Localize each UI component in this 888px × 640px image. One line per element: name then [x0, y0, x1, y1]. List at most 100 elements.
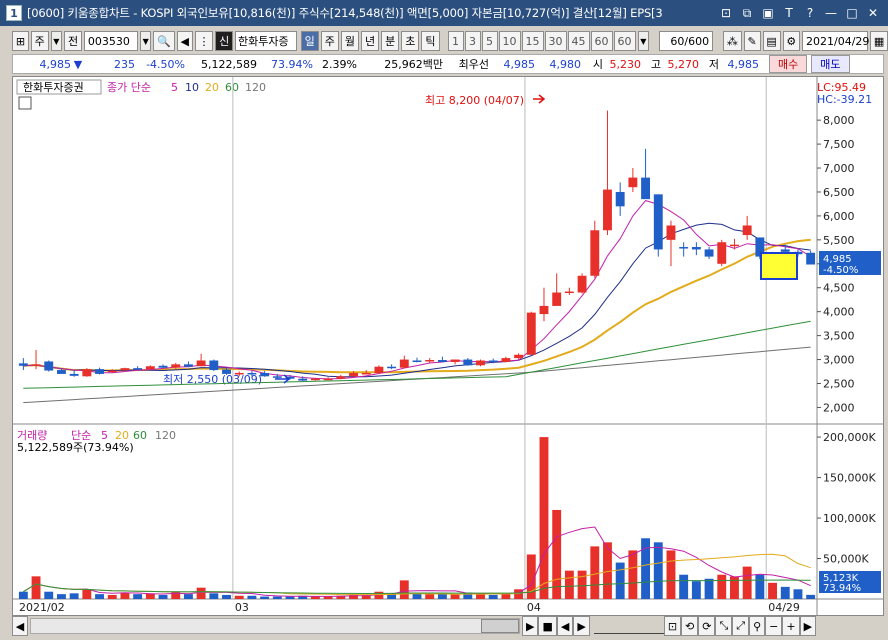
- open-label: 시: [592, 58, 603, 71]
- candle-body: [44, 361, 54, 371]
- zoom-out-icon[interactable]: −: [765, 616, 783, 636]
- expand-icon[interactable]: ⤢: [732, 616, 750, 636]
- ma60-line: [23, 320, 811, 389]
- volume-bar: [234, 595, 244, 599]
- link-icon[interactable]: ⊡: [717, 5, 735, 22]
- calendar-icon[interactable]: ▦: [870, 31, 888, 51]
- candle-body: [361, 372, 371, 375]
- code-dropdown-icon[interactable]: ▼: [139, 31, 152, 51]
- price-chart[interactable]: 한화투자증권 종가 단순 5 10 20 60 120 LC:95.49 HC:…: [13, 77, 883, 615]
- pause-icon[interactable]: ■: [538, 616, 557, 636]
- candle-body: [82, 369, 92, 377]
- interval-dropdown-icon[interactable]: ▼: [637, 31, 650, 51]
- volume-bar: [691, 581, 701, 599]
- period-tab-1[interactable]: 주: [320, 31, 339, 51]
- volume-bar: [260, 596, 270, 599]
- volume-bar: [615, 562, 625, 599]
- interval-button-0[interactable]: 1: [447, 31, 464, 51]
- zoom-in-icon[interactable]: +: [782, 616, 800, 636]
- indicator-icon[interactable]: ⁂: [723, 31, 742, 51]
- chevron-down-icon[interactable]: ▼: [50, 31, 63, 51]
- volume-bar: [768, 582, 777, 599]
- volume-bar: [310, 596, 320, 599]
- search-chart-icon[interactable]: ⚲: [749, 616, 766, 636]
- interval-button-3[interactable]: 10: [498, 31, 521, 51]
- ma5-line: [23, 200, 811, 380]
- maximize-icon[interactable]: □: [843, 5, 861, 22]
- speaker-icon[interactable]: ◀: [176, 31, 193, 51]
- type-select[interactable]: 주: [30, 31, 49, 51]
- horizontal-scrollbar[interactable]: [30, 618, 520, 634]
- candle-body: [463, 359, 473, 366]
- save-icon[interactable]: ▣: [759, 5, 777, 22]
- zoom-slider[interactable]: [593, 618, 664, 634]
- step-forward-icon[interactable]: ▶: [573, 616, 590, 636]
- zoom-reset-icon[interactable]: ⊡: [663, 616, 682, 636]
- text-icon[interactable]: T: [780, 5, 798, 22]
- price-tick-label: 5,500: [823, 234, 855, 247]
- date-input[interactable]: 2021/04/29: [802, 31, 869, 51]
- scroll-thumb[interactable]: [481, 619, 519, 633]
- next-period-icon[interactable]: ⟳: [698, 616, 716, 636]
- volume-bar: [18, 591, 28, 599]
- shrink-icon[interactable]: ⤡: [715, 616, 733, 636]
- interval-button-8[interactable]: 60: [613, 31, 636, 51]
- interval-button-4[interactable]: 15: [521, 31, 544, 51]
- stock-code-input[interactable]: 003530: [83, 31, 138, 51]
- current-pct-tag: -4.50%: [823, 265, 858, 276]
- candle-body: [133, 368, 143, 370]
- best-ask-label: 최우선: [458, 58, 489, 71]
- bottom-bar: ◀ ▶ ■ ◀ ▶ ⊡ ⟲ ⟳ ⤡ ⤢ ⚲ − + ▶: [0, 614, 888, 638]
- interval-button-7[interactable]: 60: [590, 31, 613, 51]
- volume-bar: [590, 546, 600, 599]
- prev-period-icon[interactable]: ⟲: [681, 616, 699, 636]
- help-icon[interactable]: ?: [801, 5, 819, 22]
- layout-icon[interactable]: ⊞: [12, 31, 29, 51]
- price-tick-label: 8,000: [823, 114, 855, 127]
- minimize-icon[interactable]: —: [822, 5, 840, 22]
- scroll-right-icon[interactable]: ▶: [799, 616, 817, 636]
- gear-icon[interactable]: ⚙: [782, 31, 801, 51]
- step-back-icon[interactable]: ◀: [556, 616, 574, 636]
- candle-body: [374, 366, 384, 373]
- down-arrow-icon: ▼: [73, 57, 83, 71]
- interval-button-5[interactable]: 30: [544, 31, 567, 51]
- scroll-left-icon[interactable]: ◀: [12, 616, 28, 636]
- count-input[interactable]: 60/600: [659, 31, 714, 51]
- volume-bar: [196, 587, 206, 599]
- candle-body: [57, 370, 66, 374]
- candle-body: [387, 366, 397, 369]
- search-icon[interactable]: 🔍: [153, 31, 175, 51]
- close-icon[interactable]: ✕: [864, 5, 882, 22]
- price-tick-label: 7,500: [823, 138, 855, 151]
- buy-button[interactable]: 매수: [769, 55, 808, 73]
- play-icon[interactable]: ▶: [522, 616, 539, 636]
- high-label: 고: [650, 58, 661, 71]
- grid-toggle-icon[interactable]: [18, 96, 32, 110]
- period-tab-0[interactable]: 일: [300, 31, 319, 51]
- copy-window-icon[interactable]: ⧉: [738, 5, 756, 22]
- period-tab-2[interactable]: 월: [340, 31, 360, 51]
- candle-body: [209, 360, 219, 371]
- interval-button-2[interactable]: 5: [481, 31, 498, 51]
- interval-button-1[interactable]: 3: [464, 31, 481, 51]
- save-chart-icon[interactable]: ▤: [762, 31, 781, 51]
- price-tick-label: 3,500: [823, 330, 855, 343]
- prev-button[interactable]: 전: [64, 31, 82, 51]
- high-price: 5,270: [667, 57, 700, 71]
- interval-button-6[interactable]: 45: [567, 31, 590, 51]
- chart-area[interactable]: 한화투자증권 종가 단순 5 10 20 60 120 LC:95.49 HC:…: [12, 76, 884, 616]
- draw-tool-icon[interactable]: ✎: [743, 31, 761, 51]
- volume-bar: [704, 578, 714, 599]
- volume-pct-tag: 73.94%: [823, 583, 861, 594]
- period-tab-6[interactable]: 틱: [421, 31, 440, 51]
- period-tab-5[interactable]: 초: [401, 31, 420, 51]
- menu-icon[interactable]: ⋮: [194, 31, 214, 51]
- volume-tick-label: 200,000K: [823, 431, 876, 444]
- price-tick-label: 3,000: [823, 354, 855, 367]
- sell-button[interactable]: 매도: [811, 55, 850, 73]
- price-tick-label: 6,500: [823, 186, 855, 199]
- period-tab-3[interactable]: 년: [361, 31, 380, 51]
- period-tab-4[interactable]: 분: [381, 31, 400, 51]
- highlight-box[interactable]: [760, 252, 798, 280]
